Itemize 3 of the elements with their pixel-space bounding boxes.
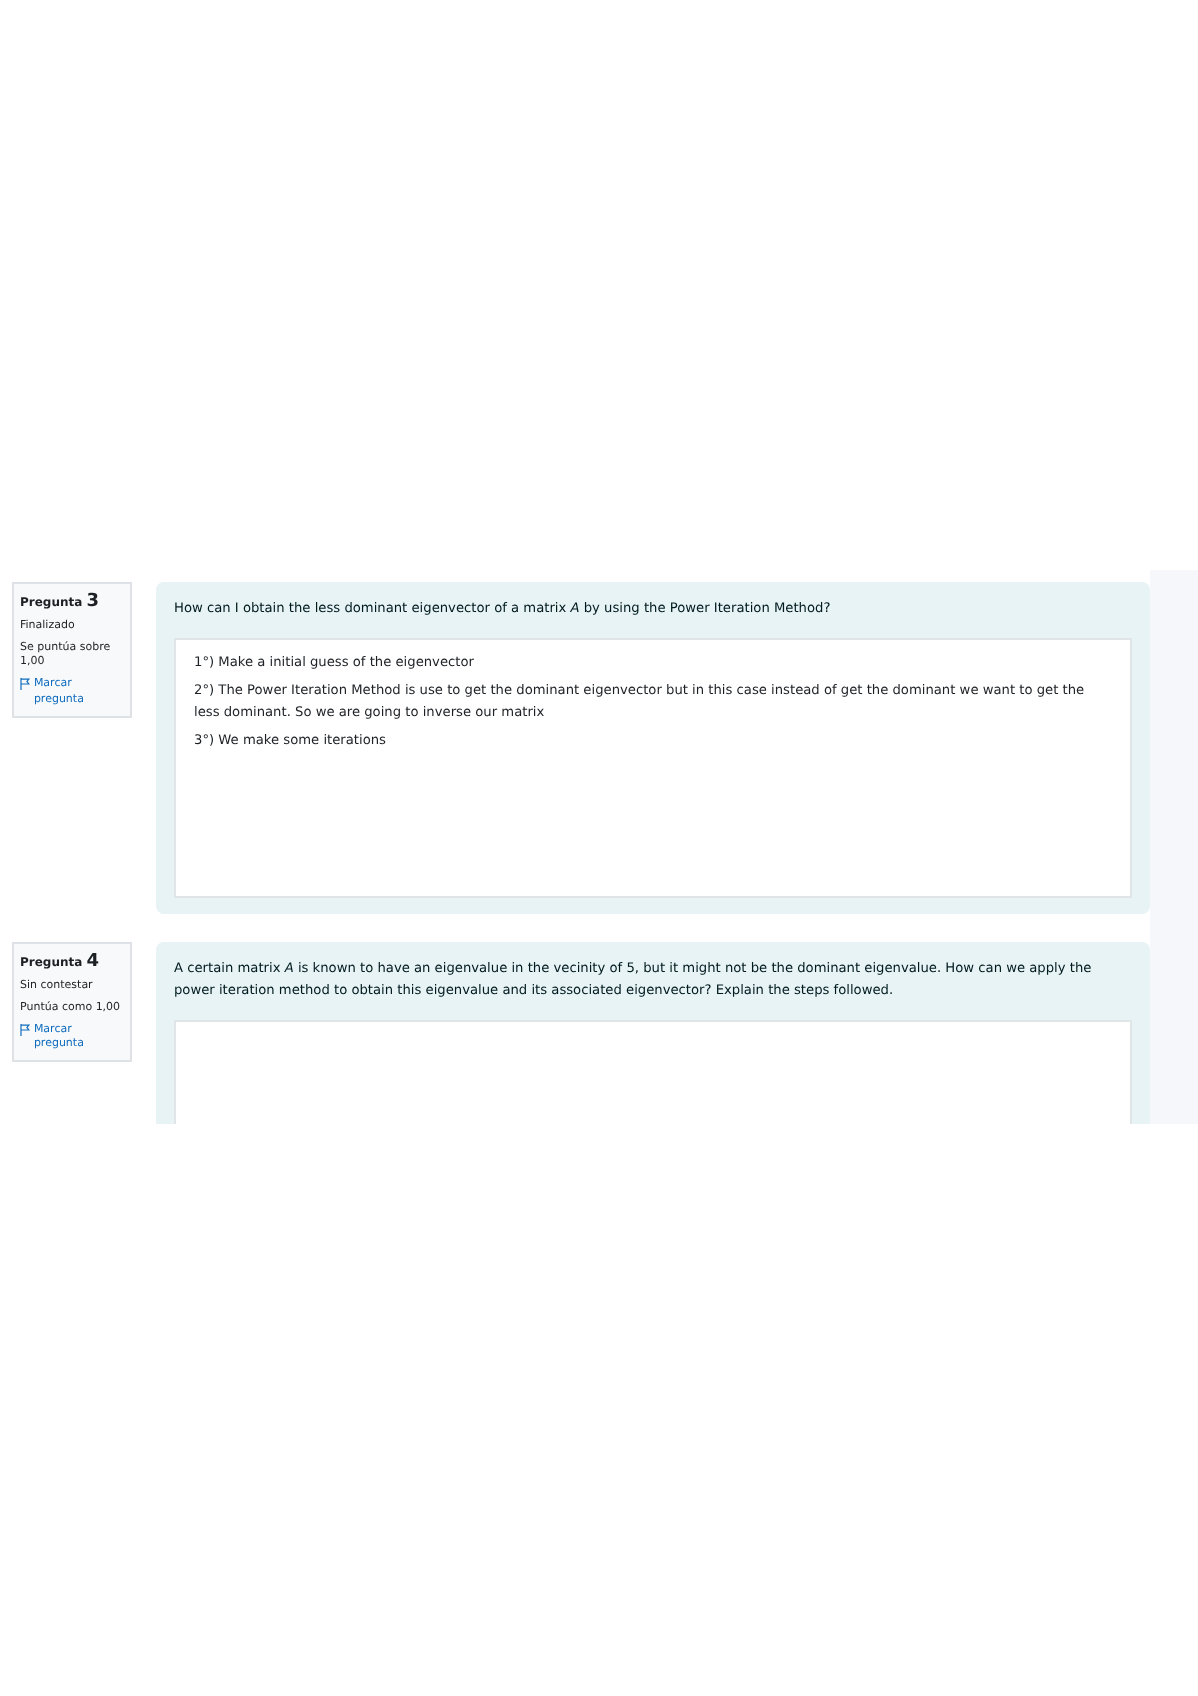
flag-icon <box>20 678 30 691</box>
flag-icon <box>20 1023 30 1036</box>
answer-box[interactable] <box>174 637 1132 898</box>
